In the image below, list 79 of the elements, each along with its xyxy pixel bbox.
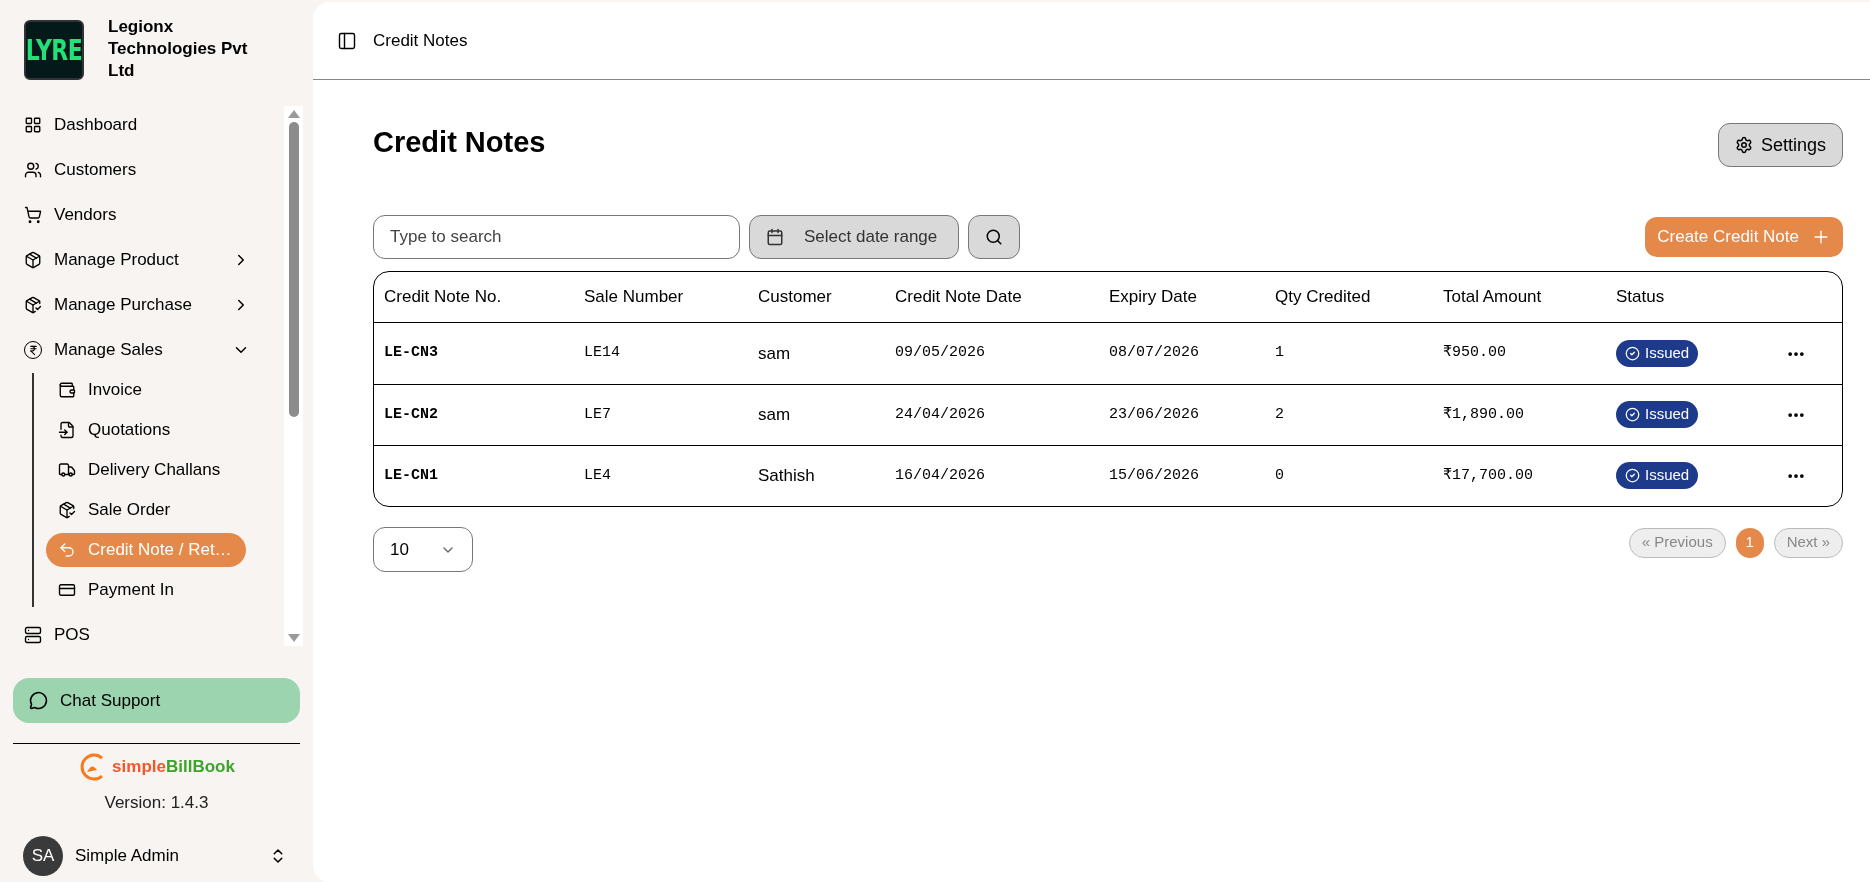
scrollbar[interactable] [284, 106, 303, 646]
truck-icon [58, 461, 76, 479]
sidebar-item[interactable]: Manage Sales [12, 333, 262, 367]
calendar-icon [766, 228, 784, 246]
settings-button[interactable]: Settings [1717, 123, 1843, 167]
header-title: Credit Notes [373, 29, 468, 52]
column-header: Qty Credited [1275, 286, 1372, 309]
chat-support-button[interactable]: Chat Support [13, 678, 300, 723]
check-circle-icon [1625, 468, 1640, 483]
sidebar-item[interactable]: Quotations [46, 413, 246, 447]
sidebar-item[interactable]: Customers [12, 153, 262, 187]
table-cell-text: ₹17,700.00 [1443, 465, 1535, 486]
page-title: Credit Notes [373, 125, 546, 161]
status-badge: Issued [1616, 339, 1699, 367]
sidebar-item[interactable]: Dashboard [12, 108, 262, 142]
status-badge: Issued [1616, 401, 1699, 428]
column-header: Customer [758, 286, 833, 309]
table-cell-text: sam [758, 404, 792, 427]
date-range-button[interactable]: Select date range [749, 215, 959, 259]
box-icon [24, 251, 42, 269]
sidebar-item[interactable]: POS [12, 618, 262, 652]
table-cell-text: LE7 [584, 404, 612, 425]
status-badge: Issued [1616, 462, 1699, 489]
table-cell-text: LE4 [584, 465, 612, 486]
table-cell-text: 23/06/2026 [1109, 404, 1200, 425]
search-button[interactable] [968, 215, 1020, 259]
table-cell-text: 1 [1275, 343, 1285, 364]
check-circle-icon [1625, 407, 1640, 422]
table-cell-text: 24/04/2026 [895, 404, 986, 425]
column-header: Expiry Date [1109, 286, 1198, 309]
company-name: Legionx Technologies Pvt Ltd [108, 16, 249, 82]
package-check-icon [58, 501, 76, 519]
table-cell-text: 2 [1275, 404, 1285, 425]
file-import-icon [58, 421, 76, 439]
chat-icon [29, 691, 48, 710]
undo-arrow-icon [58, 541, 76, 559]
company-logo: LYRE [24, 20, 84, 80]
user-avatar: SA [23, 835, 63, 876]
table-cell-text: 16/04/2026 [895, 465, 986, 486]
settings-icon [1734, 136, 1753, 154]
card-icon [58, 581, 76, 599]
search-icon [985, 228, 1003, 246]
column-header: Total Amount [1443, 286, 1543, 309]
cart-icon [24, 206, 42, 224]
table-cell-text: LE-CN1 [384, 465, 439, 486]
table-cell-text: Sathish [758, 465, 816, 488]
sidebar-toggle-icon[interactable] [337, 30, 357, 51]
column-header: Status [1616, 286, 1666, 309]
version-text: Version: 1.4.3 [104, 792, 209, 814]
table-cell-text: LE14 [584, 343, 621, 364]
check-circle-icon [1625, 345, 1640, 361]
users-icon [24, 161, 42, 179]
sidebar-item[interactable]: Sale Order [46, 493, 246, 527]
sidebar-item[interactable]: Manage Purchase [12, 288, 262, 322]
table-cell-text: LE-CN2 [384, 404, 439, 425]
user-name: Simple Admin [75, 844, 180, 867]
table-cell-text: LE-CN3 [384, 343, 439, 364]
sidebar-item[interactable]: Invoice [46, 373, 246, 407]
wallet-icon [58, 381, 76, 399]
brand-logo: simpleBillBook [78, 752, 235, 782]
table-cell-text: 0 [1275, 465, 1285, 486]
column-header: Credit Note Date [895, 286, 1023, 309]
sidebar-item[interactable]: Vendors [12, 198, 262, 232]
column-header: Sale Number [584, 286, 685, 309]
sidebar-item[interactable]: Delivery Challans [46, 453, 246, 487]
table-cell-text: 09/05/2026 [895, 343, 986, 364]
column-header: Credit Note No. [384, 286, 503, 309]
search-field[interactable]: Type to search [373, 215, 740, 259]
table-cell-text: 15/06/2026 [1109, 465, 1200, 486]
page-size-select[interactable]: 10 [373, 527, 473, 572]
sidebar-item[interactable]: Payment In [46, 573, 246, 607]
table-cell-text: sam [758, 342, 792, 365]
table-cell-text: 08/07/2026 [1109, 343, 1200, 364]
sidebar-item[interactable]: Manage Product [12, 243, 262, 277]
table-cell-text: ₹1,890.00 [1443, 404, 1526, 425]
server-icon [24, 626, 42, 644]
grid-icon [24, 116, 42, 134]
package-check-icon [24, 296, 42, 314]
table-cell-text: ₹950.00 [1443, 343, 1508, 364]
